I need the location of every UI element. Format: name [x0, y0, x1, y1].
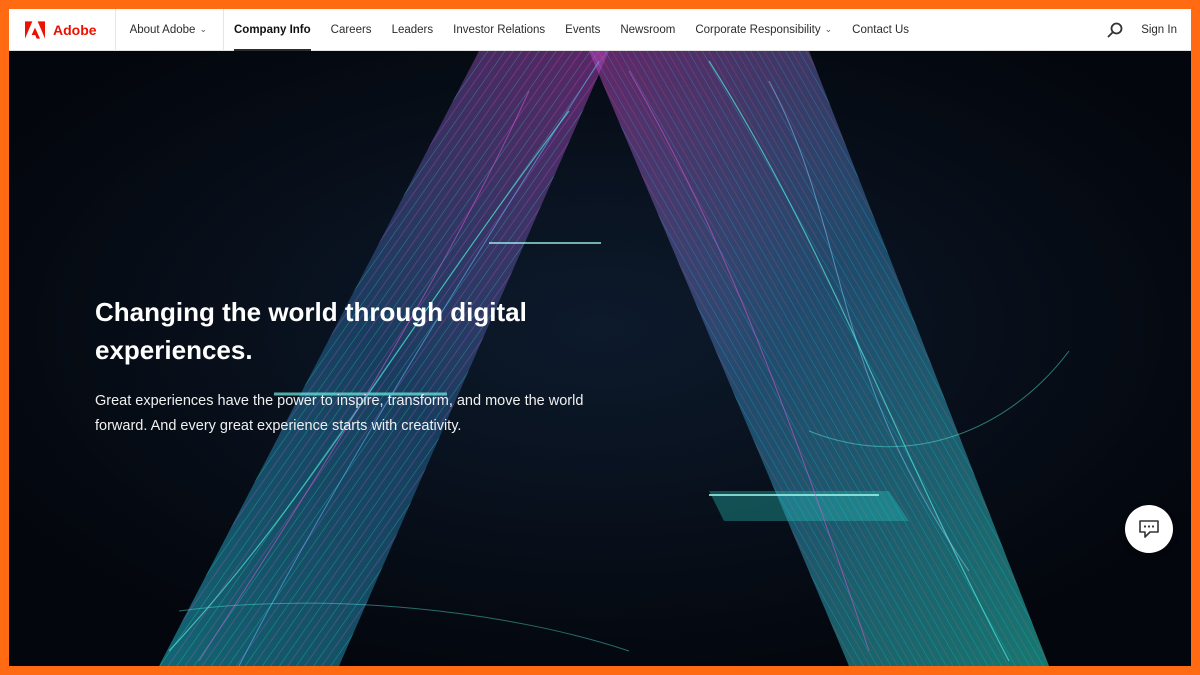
- search-icon: [1107, 22, 1123, 37]
- search-button[interactable]: [1105, 20, 1125, 40]
- nav-events-label: Events: [565, 23, 601, 36]
- brand-name: Adobe: [53, 21, 97, 38]
- nav-newsroom[interactable]: Newsroom: [610, 9, 685, 51]
- nav-events[interactable]: Events: [555, 9, 610, 51]
- hero-subtitle-line-2: forward. And every great experience star…: [95, 418, 462, 434]
- nav-careers-label: Careers: [330, 23, 372, 36]
- hero-title-line-2: experiences.: [95, 335, 253, 365]
- nav-company-info[interactable]: Company Info: [224, 9, 321, 51]
- nav-investor-relations[interactable]: Investor Relations: [443, 9, 555, 51]
- chat-icon: [1139, 520, 1159, 538]
- sign-in-link[interactable]: Sign In: [1141, 24, 1177, 36]
- nav-about-label: About Adobe: [129, 23, 196, 36]
- global-nav: Adobe About Adobe ⌄ Company Info Careers…: [9, 9, 1191, 51]
- nav-leaders-label: Leaders: [391, 23, 434, 36]
- nav-leaders[interactable]: Leaders: [382, 9, 444, 51]
- nav-newsroom-label: Newsroom: [620, 23, 676, 36]
- nav-corporate-responsibility[interactable]: Corporate Responsibility ⌄: [685, 9, 842, 51]
- chevron-down-icon: ⌄: [199, 24, 207, 34]
- page-frame: Adobe About Adobe ⌄ Company Info Careers…: [9, 9, 1191, 666]
- nav-careers[interactable]: Careers: [321, 9, 382, 51]
- hero-title: Changing the world through digital exper…: [95, 293, 595, 369]
- hero-subtitle-line-1: Great experiences have the power to insp…: [95, 393, 584, 409]
- nav-right: Sign In: [1105, 9, 1191, 51]
- hero-subtitle: Great experiences have the power to insp…: [95, 389, 615, 439]
- nav-contact-us[interactable]: Contact Us: [842, 9, 919, 51]
- nav-about-adobe[interactable]: About Adobe ⌄: [116, 9, 224, 51]
- adobe-logo-icon: [25, 20, 45, 39]
- nav-company-info-label: Company Info: [233, 23, 311, 36]
- nav-contact-us-label: Contact Us: [852, 23, 910, 36]
- chat-button[interactable]: [1125, 505, 1173, 553]
- adobe-brand-link[interactable]: Adobe: [9, 9, 116, 51]
- nav-investor-relations-label: Investor Relations: [453, 23, 546, 36]
- nav-corporate-responsibility-label: Corporate Responsibility: [695, 23, 821, 36]
- hero-title-line-1: Changing the world through digital: [95, 297, 527, 327]
- chevron-down-icon: ⌄: [824, 24, 833, 34]
- hero-section: Changing the world through digital exper…: [9, 51, 1191, 666]
